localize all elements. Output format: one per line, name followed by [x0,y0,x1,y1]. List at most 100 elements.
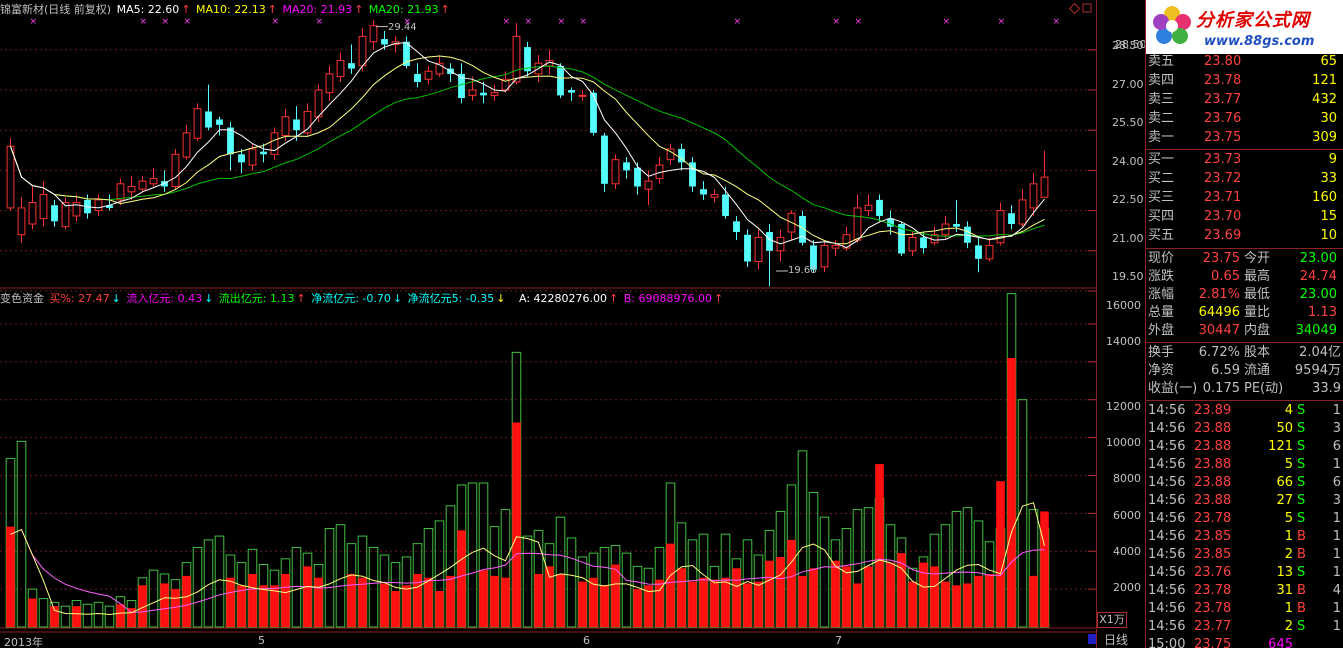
volume-bar-red [28,598,37,627]
up-arrow-icon: ↑ [609,292,619,305]
stat-value: 30447 [1198,323,1240,338]
tick-time: 14:56 [1148,547,1186,562]
volume-bar-red [259,585,268,627]
signal-marker: × [316,17,324,27]
tick-side: S [1297,619,1306,634]
volume-bar-red [1040,511,1049,627]
buy-level-row: 买三 23.71 160 [1146,189,1343,207]
stat-label: 涨跌 [1148,269,1175,284]
tick-row[interactable]: 14:56 23.88 27 S 3 [1146,492,1343,510]
volume-bar-red [853,583,862,627]
sell-level-volume: 30 [1320,111,1337,126]
tick-row[interactable]: 14:56 23.88 66 S 6 [1146,474,1343,492]
candle-body-down [238,154,245,163]
buy-level-volume: 10 [1320,228,1337,243]
tick-side: S [1297,421,1306,436]
stat-value: 24.74 [1299,269,1337,284]
volume-bar-red [303,566,312,627]
fund-label: 收益(一) [1148,381,1198,396]
tick-time: 14:56 [1148,511,1186,526]
candle-body-down [722,194,729,216]
stat-row: 现价 23.75 今开 23.00 [1146,250,1343,268]
tick-row[interactable]: 14:56 23.78 1 B 1 [1146,600,1343,618]
tick-count: 6 [1332,439,1341,454]
candle-body-down [700,189,707,195]
sell-level-volume: 121 [1312,73,1337,88]
fundamental-row: 收益(一) 0.175 PE(动) 33.9 [1146,380,1343,398]
volume-bar-red [281,573,290,627]
signal-marker: × [734,17,742,27]
tick-time: 14:56 [1148,475,1186,490]
volume-bar-red [600,585,609,627]
tick-volume: 27 [1276,493,1293,508]
tick-row[interactable]: 14:56 23.88 50 S 3 [1146,420,1343,438]
tick-side: B [1297,547,1306,562]
volume-bar-red [1029,575,1038,627]
tick-row[interactable]: 14:56 23.85 1 B 1 [1146,528,1343,546]
stat-value: 23.00 [1299,287,1337,302]
stat-row: 涨跌 0.65 最高 24.74 [1146,268,1343,286]
ma5-label: MA5: 22.60 [116,3,180,16]
volume-bar-red [875,464,884,627]
tick-count: 1 [1332,457,1341,472]
tick-count: 4 [1332,583,1341,598]
tick-row[interactable]: 14:56 23.78 5 S 1 [1146,510,1343,528]
tick-row[interactable]: 14:56 23.88 5 S 1 [1146,456,1343,474]
tick-row[interactable]: 14:56 23.76 13 S 1 [1146,564,1343,582]
volume-bar-red [226,577,235,627]
kline-chart-svg[interactable]: × × × × × × × × × × × × × × × × × [0,0,1096,648]
volume-bar-outline [60,605,71,628]
tick-price: 23.75 [1194,637,1232,648]
sell-level-row: 卖五 23.80 65 [1146,53,1343,71]
candle-body-up [369,25,378,43]
tick-row[interactable]: 14:56 23.85 2 B 1 [1146,546,1343,564]
candle-body-up [1029,183,1038,209]
tick-count: 3 [1332,493,1341,508]
buy-level-price: 23.71 [1204,190,1242,205]
down-arrow-icon: ↓ [496,292,506,305]
ma20b-label: MA20: 21.93 [368,3,439,16]
volume-bar-outline [522,535,533,628]
signal-marker: × [184,17,192,27]
tick-row[interactable]: 14:56 23.77 2 S 1 [1146,618,1343,636]
a-value-label: A: 42280276.00 [519,292,608,305]
tick-price: 23.88 [1194,439,1232,454]
tick-side: S [1297,475,1306,490]
tick-row[interactable]: 14:56 23.89 4 S 1 [1146,402,1343,420]
candle-body-up [754,236,763,263]
volume-bar-outline [16,440,27,628]
up-arrow-icon: ↑ [267,3,277,16]
volume-tick: 10000 [1106,436,1141,449]
tick-row[interactable]: 14:56 23.88 121 S 6 [1146,438,1343,456]
buy-level-label: 买二 [1148,171,1175,186]
tick-volume: 13 [1276,565,1293,580]
volume-bar-outline [621,552,632,628]
candle-body-down [260,151,267,155]
stat-value: 34049 [1295,323,1337,338]
volume-bar-red [710,579,719,627]
volume-bar-red [633,589,642,627]
period-tab-daily[interactable]: 日线 [1096,632,1146,648]
volume-bar-red [479,570,488,627]
signal-marker: × [998,17,1006,27]
candle-body-down [634,167,641,187]
volume-bar-red [886,562,895,627]
tick-count: 1 [1332,619,1341,634]
volume-bar-red [578,581,587,627]
netflow-label: 净流亿元: -0.70 [311,292,391,305]
kline-chart-area[interactable]: × × × × × × × × × × × × × × × × × 锦富新材(日线 前复权) MA5: 22.6… [0,0,1147,648]
volume-bar-outline [324,528,335,628]
tick-row[interactable]: 14:56 23.78 31 B 4 [1146,582,1343,600]
buy-level-label: 买四 [1148,209,1175,224]
tick-price: 23.77 [1194,619,1232,634]
candle-body-down [293,119,300,131]
volume-tick: 12000 [1106,400,1141,413]
volume-bar-red [776,556,785,627]
divider [1146,149,1343,150]
volume-bar-outline [93,601,104,628]
fund-label: 股本 [1244,345,1271,360]
tick-row[interactable]: 15:00 23.75 645 [1146,636,1343,648]
stat-row: 外盘 30447 内盘 34049 [1146,322,1343,340]
candle-body-down [348,63,355,69]
stat-label: 内盘 [1244,323,1271,338]
